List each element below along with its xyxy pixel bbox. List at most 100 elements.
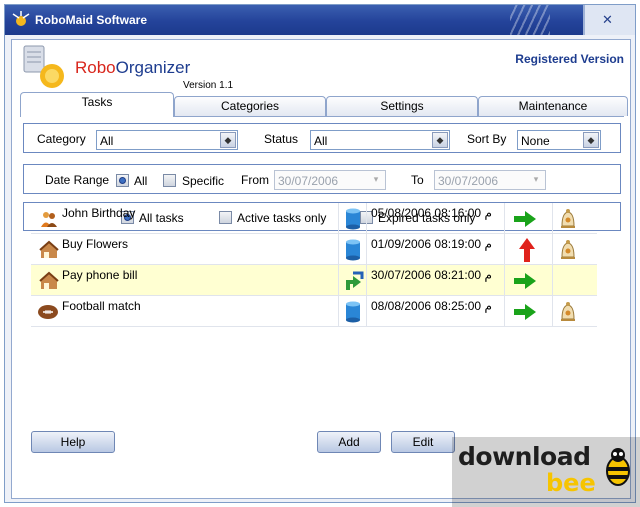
task-row-selected[interactable]: Pay phone bill 30/07/2006 08:21:00 م: [31, 265, 597, 296]
category-value: All: [100, 134, 114, 148]
watermark-logo: download bee: [452, 437, 640, 507]
task-name: Football match: [62, 299, 141, 313]
task-date-cell: 30/07/2006 08:21:00 م: [367, 265, 505, 296]
sortby-select[interactable]: None ◆: [517, 130, 601, 150]
dropdown-arrow-icon[interactable]: ◆: [220, 132, 236, 148]
category-select[interactable]: All ◆: [96, 130, 238, 150]
watermark-text-download: download: [458, 442, 591, 471]
from-date-value: 30/07/2006: [278, 174, 339, 188]
task-name: John Birthday: [62, 206, 136, 220]
title-decoration: [510, 5, 550, 35]
dropdown-arrow-icon[interactable]: ◆: [583, 132, 599, 148]
status-select[interactable]: All ◆: [310, 130, 450, 150]
database-icon: [346, 239, 360, 261]
version-label: Version 1.1: [183, 80, 234, 91]
house-icon: [39, 240, 59, 258]
task-name: Pay phone bill: [62, 268, 138, 282]
task-action-cell: [505, 296, 553, 327]
task-alarm-cell: [553, 234, 597, 265]
task-datetime: 01/09/2006 08:19:00 م: [371, 237, 492, 251]
brand-robo: Robo: [75, 58, 116, 77]
task-status-cell: [339, 234, 367, 265]
task-action-cell: [505, 203, 553, 234]
task-alarm-cell: [553, 296, 597, 327]
task-alarm-cell: [553, 265, 597, 296]
house-icon: [39, 271, 59, 289]
date-specific-label: Specific: [182, 174, 225, 188]
brand-organizer: Organizer: [115, 58, 191, 77]
date-range-group: Date Range All Specific From 30/07/2006 …: [23, 164, 621, 194]
chevron-down-icon[interactable]: ▾: [368, 172, 384, 188]
task-status-cell: [339, 265, 367, 296]
task-status-cell: [339, 296, 367, 327]
tab-settings[interactable]: Settings: [326, 96, 478, 116]
recycle-icon: [346, 271, 364, 290]
task-action-cell: [505, 234, 553, 265]
task-datetime: 08/08/2006 08:25:00 م: [371, 299, 492, 313]
date-range-label: Date Range: [45, 173, 110, 187]
to-label: To: [411, 173, 424, 187]
alarm-bell-icon[interactable]: [558, 207, 578, 231]
task-list: John Birthday 05/08/2006 08:16:00 م Buy …: [31, 203, 597, 327]
right-arrow-icon[interactable]: [513, 209, 537, 229]
app-icon: [12, 11, 30, 26]
people-icon: [41, 212, 57, 227]
task-name-cell: John Birthday: [31, 203, 339, 234]
status-value: All: [314, 134, 328, 148]
task-row[interactable]: Buy Flowers 01/09/2006 08:19:00 م: [31, 234, 597, 265]
task-status-cell: [339, 203, 367, 234]
date-all-radio[interactable]: [116, 174, 129, 187]
to-date-value: 30/07/2006: [438, 174, 499, 188]
robot-logo-icon: [23, 45, 64, 88]
row-divider: [31, 326, 597, 327]
tab-maintenance[interactable]: Maintenance: [478, 96, 628, 116]
task-action-cell: [505, 265, 553, 296]
right-arrow-icon[interactable]: [513, 302, 537, 322]
status-label: Status: [264, 132, 299, 146]
from-date-picker[interactable]: 30/07/2006 ▾: [274, 170, 386, 190]
from-label: From: [241, 173, 269, 187]
sortby-label: Sort By: [467, 132, 507, 146]
watermark-text-bee: bee: [546, 469, 596, 497]
tab-categories[interactable]: Categories: [174, 96, 326, 116]
date-specific-radio[interactable]: [163, 174, 176, 187]
database-icon: [346, 208, 360, 230]
task-date-cell: 01/09/2006 08:19:00 م: [367, 234, 505, 265]
help-button[interactable]: Help: [31, 431, 115, 453]
task-row[interactable]: John Birthday 05/08/2006 08:16:00 م: [31, 203, 597, 234]
chevron-down-icon[interactable]: ▾: [528, 172, 544, 188]
task-datetime: 30/07/2006 08:21:00 م: [371, 268, 492, 282]
task-datetime: 05/08/2006 08:16:00 م: [371, 206, 492, 220]
database-icon: [346, 301, 360, 323]
close-icon[interactable]: ✕: [602, 13, 613, 28]
title-controls: ✕: [583, 5, 635, 35]
task-name-cell: Football match: [31, 296, 339, 327]
right-arrow-icon[interactable]: [513, 271, 537, 291]
task-row[interactable]: Football match 08/08/2006 08:25:00 م: [31, 296, 597, 327]
task-date-cell: 08/08/2006 08:25:00 م: [367, 296, 505, 327]
task-name-cell: Pay phone bill: [31, 265, 339, 296]
edit-button[interactable]: Edit: [391, 431, 455, 453]
football-icon: [38, 305, 58, 319]
title-bar[interactable]: RoboMaid Software ✕: [5, 5, 635, 35]
date-all-label: All: [134, 174, 148, 188]
task-date-cell: 05/08/2006 08:16:00 م: [367, 203, 505, 234]
dropdown-arrow-icon[interactable]: ◆: [432, 132, 448, 148]
alarm-bell-icon[interactable]: [558, 300, 578, 324]
task-alarm-cell: [553, 203, 597, 234]
tab-tasks[interactable]: Tasks: [20, 92, 174, 117]
app-brand: RoboOrganizer: [75, 58, 190, 78]
up-arrow-icon[interactable]: [518, 237, 536, 263]
registration-status: Registered Version: [515, 52, 624, 66]
task-name-cell: Buy Flowers: [31, 234, 339, 265]
category-label: Category: [37, 132, 86, 146]
window-title: RoboMaid Software: [35, 13, 148, 27]
task-name: Buy Flowers: [62, 237, 129, 251]
sortby-value: None: [521, 134, 550, 148]
alarm-bell-icon[interactable]: [558, 238, 578, 262]
app-window: RoboMaid Software ✕ RoboOrganizer Versio…: [4, 4, 636, 503]
to-date-picker[interactable]: 30/07/2006 ▾: [434, 170, 546, 190]
add-button[interactable]: Add: [317, 431, 381, 453]
filter-group: Category All ◆ Status All ◆ Sort By None…: [23, 123, 621, 153]
bee-icon: [606, 448, 630, 486]
